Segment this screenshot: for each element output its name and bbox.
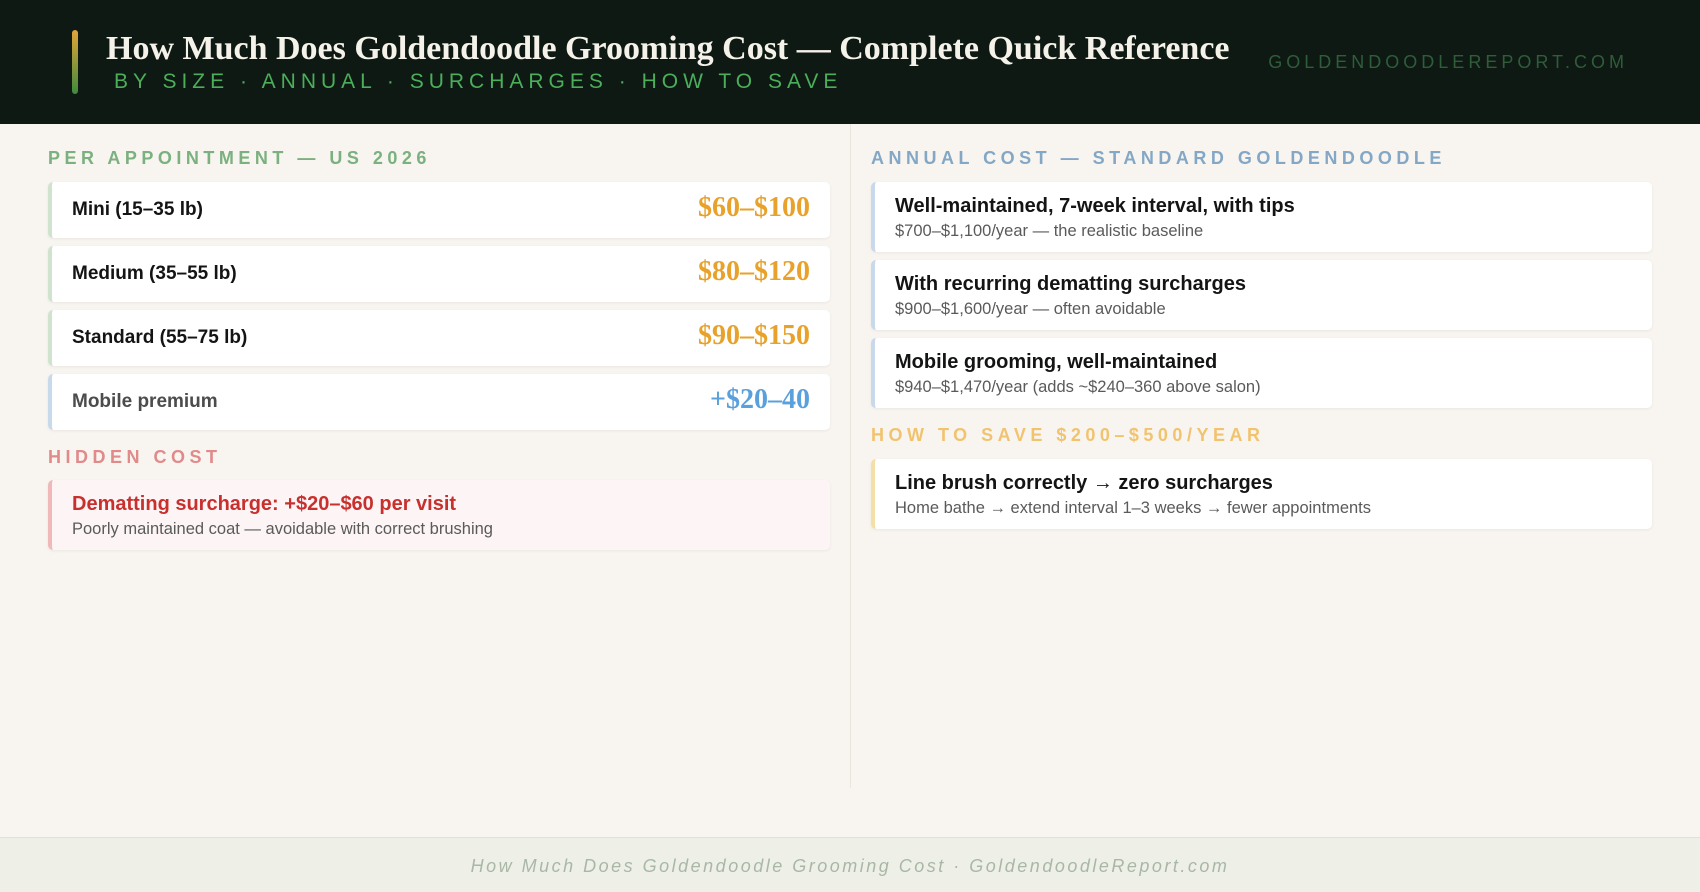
price-row-mini: Mini (15–35 lb) $60–$100 xyxy=(48,182,830,238)
price-row-value: $90–$150 xyxy=(698,320,810,351)
page-title: How Much Does Goldendoodle Grooming Cost… xyxy=(106,30,1230,67)
site-brand-link[interactable]: GOLDENDOODLEREPORT.COM xyxy=(1268,52,1628,73)
how-to-save-label: HOW TO SAVE $200–$500/YEAR xyxy=(871,425,1265,445)
header: How Much Does Goldendoodle Grooming Cost… xyxy=(0,0,1700,124)
header-accent-bar xyxy=(72,30,78,94)
annual-cost-item-desc: $900–$1,600/year — often avoidable xyxy=(895,300,1166,318)
hidden-cost-label: HIDDEN COST xyxy=(48,447,222,467)
price-row-label: Mobile premium xyxy=(72,391,218,412)
page-subtitle: BY SIZE · ANNUAL · SURCHARGES · HOW TO S… xyxy=(114,70,843,93)
annual-cost-item: Well-maintained, 7-week interval, with t… xyxy=(871,182,1652,252)
hidden-cost-desc: Poorly maintained coat — avoidable with … xyxy=(72,520,493,538)
annual-cost-item: Mobile grooming, well-maintained $940–$1… xyxy=(871,338,1652,408)
how-to-save-title: Line brush correctly → zero surcharges xyxy=(895,472,1273,494)
hidden-cost-card: Dematting surcharge: +$20–$60 per visit … xyxy=(48,480,830,550)
annual-cost-item: With recurring dematting surcharges $900… xyxy=(871,260,1652,330)
price-row-value: +$20–40 xyxy=(710,384,810,415)
price-row-value: $80–$120 xyxy=(698,256,810,287)
per-appointment-label: PER APPOINTMENT — US 2026 xyxy=(48,148,431,168)
price-row-value: $60–$100 xyxy=(698,192,810,223)
column-divider xyxy=(850,124,851,788)
price-row-mobile-premium: Mobile premium +$20–40 xyxy=(48,374,830,430)
hidden-cost-title: Dematting surcharge: +$20–$60 per visit xyxy=(72,493,457,515)
how-to-save-card: Line brush correctly → zero surcharges H… xyxy=(871,459,1652,529)
footer: How Much Does Goldendoodle Grooming Cost… xyxy=(0,837,1700,892)
annual-cost-item-title: Mobile grooming, well-maintained xyxy=(895,351,1218,373)
annual-cost-item-title: With recurring dematting surcharges xyxy=(895,273,1246,295)
price-row-medium: Medium (35–55 lb) $80–$120 xyxy=(48,246,830,302)
price-row-label: Mini (15–35 lb) xyxy=(72,199,203,220)
annual-cost-item-desc: $700–$1,100/year — the realistic baselin… xyxy=(895,222,1204,240)
price-row-label: Medium (35–55 lb) xyxy=(72,263,237,284)
annual-cost-item-desc: $940–$1,470/year (adds ~$240–360 above s… xyxy=(895,378,1261,396)
annual-cost-item-title: Well-maintained, 7-week interval, with t… xyxy=(895,195,1295,217)
price-row-label: Standard (55–75 lb) xyxy=(72,327,248,348)
annual-cost-label: ANNUAL COST — STANDARD GOLDENDOODLE xyxy=(871,148,1446,168)
footer-text: How Much Does Goldendoodle Grooming Cost… xyxy=(470,856,1230,876)
how-to-save-desc: Home bathe → extend interval 1–3 weeks →… xyxy=(895,499,1372,517)
price-row-standard: Standard (55–75 lb) $90–$150 xyxy=(48,310,830,366)
